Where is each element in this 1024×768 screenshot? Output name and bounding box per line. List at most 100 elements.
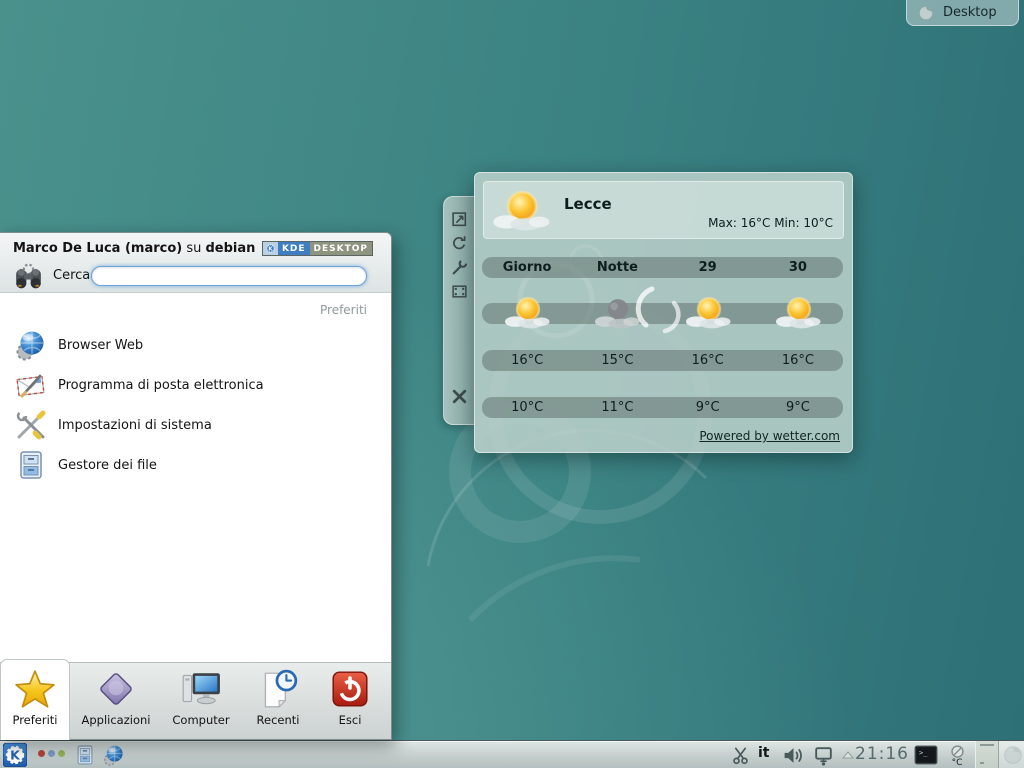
tab-applicazioni[interactable]: Applicazioni [74,663,158,740]
computer-monitor-icon [180,668,222,710]
badge-desktop-label: DESKTOP [310,242,372,255]
night-temp: 9°C [753,400,843,415]
close-icon[interactable] [451,388,468,405]
night-temp: 11°C [572,400,662,415]
menu-item-browser-web[interactable]: Browser Web [0,325,391,365]
widget-handle[interactable] [443,196,475,425]
kickoff-user-title: Marco De Luca (marco) su debian [13,241,255,256]
activity-pager-dots[interactable] [38,750,65,757]
weather-header: Lecce Max: 16°C Min: 10°C [483,181,844,239]
column-label: Notte [572,260,662,275]
weather-max-min: Max: 16°C Min: 10°C [708,216,833,230]
weather-widget: Lecce Max: 16°C Min: 10°C Giorno Notte 2… [474,172,853,453]
file-manager-cabinet-icon [15,449,47,481]
menu-item-label: Impostazioni di sistema [58,418,212,433]
mini-widget-mark [980,744,994,746]
mail-envelope-icon [15,369,47,401]
sun-cloud-icon [775,296,821,330]
cashew-icon [917,4,935,22]
weather-credit-link[interactable]: Powered by wetter.com [699,429,840,443]
tab-label: Preferiti [1,713,69,727]
svg-text:>_: >_ [919,749,928,757]
web-browser-globe-icon [15,329,47,361]
favorites-section-label: Preferiti [320,303,367,317]
menu-item-system-settings[interactable]: Impostazioni di sistema [0,405,391,445]
search-binoculars-icon [12,261,45,294]
tab-computer[interactable]: Computer [162,663,240,740]
klipper-scissors-icon[interactable] [731,746,750,765]
day-temp: 16°C [663,353,753,368]
panel-cashew[interactable] [999,741,1024,768]
pager-dot-blue[interactable] [48,750,55,757]
menu-item-label: Browser Web [58,338,143,353]
sun-cloud-icon [685,296,731,330]
pager-dot-green[interactable] [58,750,65,757]
column-label: 29 [663,260,753,275]
tab-label: Recenti [244,713,312,727]
menu-item-label: Gestore dei file [58,458,157,473]
sun-cloud-icon [504,296,550,330]
toolbox-label: Desktop [943,5,997,20]
tab-recenti[interactable]: Recenti [244,663,312,740]
kmenu-launcher-button[interactable]: K [3,743,27,767]
kde-desktop-badge: K KDE DESKTOP [262,241,373,256]
bottom-panel: K it 21:16 [0,740,1024,768]
applications-diamond-icon [95,668,137,710]
kickoff-menu: Marco De Luca (marco) su debian K KDE DE… [0,232,392,740]
tab-label: Applicazioni [74,713,158,727]
panel-mini-widget[interactable] [975,741,999,768]
cashew-icon [1002,744,1024,766]
weather-day-temps-row: 16°C 15°C 16°C 16°C [482,350,843,371]
badge-kde-label: KDE [278,242,310,255]
column-label: Giorno [482,260,572,275]
desktop-toolbox-button[interactable]: Desktop [906,0,1019,26]
night-temp: 9°C [663,400,753,415]
keyboard-layout-indicator[interactable]: it [758,745,770,761]
digital-clock[interactable]: 21:16 [855,744,913,764]
power-logout-icon [329,668,371,710]
weather-columns-row: Giorno Notte 29 30 [482,257,843,278]
user-name: Marco De Luca (marco) [13,241,182,256]
weather-tray-label: °C [946,759,968,767]
menu-item-email[interactable]: Programma di posta elettronica [0,365,391,405]
systray-expander-icon[interactable] [842,751,854,759]
day-temp: 16°C [753,353,843,368]
file-manager-launcher[interactable] [74,744,96,766]
recent-document-clock-icon [257,668,299,710]
pager-dot-red[interactable] [38,750,45,757]
host-name: debian [206,241,256,256]
day-temp: 16°C [482,353,572,368]
day-temp: 15°C [572,353,662,368]
column-label: 30 [753,260,843,275]
terminal-tray-icon[interactable]: >_ [914,745,938,765]
configure-wrench-icon[interactable] [451,259,468,276]
weather-icons-row [482,303,843,324]
menu-item-file-manager[interactable]: Gestore dei file [0,445,391,485]
network-monitor-icon[interactable] [812,745,835,766]
resize-icon[interactable] [451,211,468,228]
menu-item-label: Programma di posta elettronica [58,378,264,393]
tab-esci[interactable]: Esci [316,663,384,740]
sun-cloud-icon [492,190,550,232]
volume-icon[interactable] [781,745,805,766]
svg-text:K: K [10,748,21,763]
mini-widget-mark [980,762,984,764]
star-icon [14,668,56,710]
weather-unavailable-icon [950,744,965,759]
rotate-icon[interactable] [451,235,468,252]
search-input[interactable] [91,266,367,286]
night-temp: 10°C [482,400,572,415]
title-connector: su [182,241,205,256]
weather-night-temps-row: 10°C 11°C 9°C 9°C [482,397,843,418]
moon-cloud-icon [594,296,640,330]
tab-preferiti[interactable]: Preferiti [0,659,70,740]
search-label: Cerca: [53,268,95,283]
tab-label: Computer [162,713,240,727]
kickoff-header: Marco De Luca (marco) su debian K KDE DE… [0,233,391,293]
kickoff-tab-bar: Preferiti Applicazioni Computer [0,662,391,739]
weather-city: Lecce [564,195,612,213]
weather-tray-widget[interactable]: °C [946,742,968,767]
desktop-background: Desktop Lecce Max: 16°C Min: 10°C [0,0,1024,768]
web-browser-launcher[interactable] [103,744,125,766]
maximize-icon[interactable] [451,283,468,300]
